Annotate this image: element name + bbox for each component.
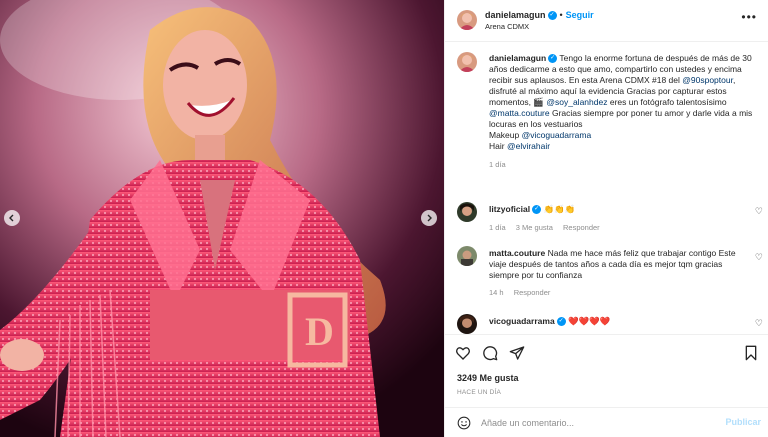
comment-likes[interactable]: 3 Me gusta xyxy=(516,223,553,232)
comment-username[interactable]: litzyoficial xyxy=(489,204,530,214)
author-avatar[interactable] xyxy=(457,10,477,30)
comment-like-heart-icon[interactable]: ♡ xyxy=(755,206,763,217)
post-location[interactable]: Arena CDMX xyxy=(485,22,529,31)
post-caption: danielamagun ✓ Tengo la enorme fortuna de… xyxy=(489,53,759,170)
bookmark-icon[interactable] xyxy=(743,345,759,361)
mention-photographer[interactable]: @soy_alanhdez xyxy=(546,97,607,107)
carousel-prev-button[interactable] xyxy=(4,210,20,226)
comment-username[interactable]: vicoguadarrama xyxy=(489,316,555,326)
mention-hair[interactable]: @elvirahair xyxy=(507,141,550,151)
comment-reply-button[interactable]: Responder xyxy=(514,288,551,297)
comment-item: litzyoficial ✓ 👏👏👏 1 día 3 Me gusta Respo… xyxy=(489,204,749,232)
comment-avatar[interactable] xyxy=(457,202,477,222)
author-username[interactable]: danielamagun xyxy=(485,10,546,20)
publish-button[interactable]: Publicar xyxy=(725,417,761,427)
makeup-label: Makeup xyxy=(489,130,520,140)
verified-badge-icon: ✓ xyxy=(532,205,542,215)
share-icon[interactable] xyxy=(509,345,525,361)
comment-input[interactable] xyxy=(481,416,711,430)
mention-makeup[interactable]: @vicoguadarrama xyxy=(522,130,592,140)
svg-text:D: D xyxy=(305,309,334,354)
caption-avatar[interactable] xyxy=(457,52,477,72)
comment-time[interactable]: 1 día xyxy=(489,223,506,232)
comment-like-heart-icon[interactable]: ♡ xyxy=(755,318,763,329)
chevron-right-icon xyxy=(427,214,432,222)
post-photo[interactable]: D xyxy=(0,0,444,437)
comment-username[interactable]: matta.couture xyxy=(489,248,545,258)
caption-username[interactable]: danielamagun xyxy=(489,53,546,63)
likes-count[interactable]: 3249 Me gusta xyxy=(457,373,519,383)
performer-photo: D xyxy=(0,0,444,437)
post-header: danielamagun ✓ • Seguir Arena CDMX ••• xyxy=(445,0,768,42)
add-comment-bar: Publicar xyxy=(445,407,768,437)
comment-avatar[interactable] xyxy=(457,314,477,334)
likes-label[interactable]: 3249 Me gusta xyxy=(457,373,519,383)
instagram-post-dialog: D danielamagun ✓ • Seguir Arena CDMX •••… xyxy=(0,0,768,437)
verified-badge-icon: ✓ xyxy=(547,11,557,21)
post-side-panel: danielamagun ✓ • Seguir Arena CDMX ••• dani… xyxy=(444,0,768,437)
heart-icon[interactable] xyxy=(455,345,471,361)
comments-section: danielamagun ✓ Tengo la enorme fortuna de… xyxy=(445,42,768,334)
comment-text: ❤️❤️❤️❤️ xyxy=(568,316,611,326)
emoji-icon[interactable] xyxy=(457,416,471,430)
caption-text-3: eres un fotógrafo talentosísimo xyxy=(609,97,727,107)
comment-item: vicoguadarrama ✓ ❤️❤️❤️❤️ xyxy=(489,316,739,327)
comment-item: matta.couture Nada me hace más feliz que… xyxy=(489,248,739,298)
post-actions-bar xyxy=(445,334,768,374)
comment-avatar[interactable] xyxy=(457,246,477,266)
verified-badge-icon: ✓ xyxy=(548,54,558,64)
hair-label: Hair xyxy=(489,141,505,151)
comment-reply-button[interactable]: Responder xyxy=(563,223,600,232)
more-options-icon[interactable]: ••• xyxy=(741,10,757,24)
carousel-next-button[interactable] xyxy=(421,210,437,226)
comment-time[interactable]: 14 h xyxy=(489,288,504,297)
mention-couture[interactable]: @matta.couture xyxy=(489,108,550,118)
comment-like-heart-icon[interactable]: ♡ xyxy=(755,252,763,263)
separator-dot: • xyxy=(559,10,563,20)
chevron-left-icon xyxy=(9,214,14,222)
post-date[interactable]: HACE UN DÍA xyxy=(457,389,501,396)
caption-time[interactable]: 1 día xyxy=(489,160,506,169)
comment-text: 👏👏👏 xyxy=(543,204,576,214)
comment-icon[interactable] xyxy=(482,345,498,361)
verified-badge-icon: ✓ xyxy=(556,317,566,327)
mention-tour[interactable]: @90spoptour xyxy=(682,75,733,85)
follow-button[interactable]: Seguir xyxy=(566,10,594,20)
